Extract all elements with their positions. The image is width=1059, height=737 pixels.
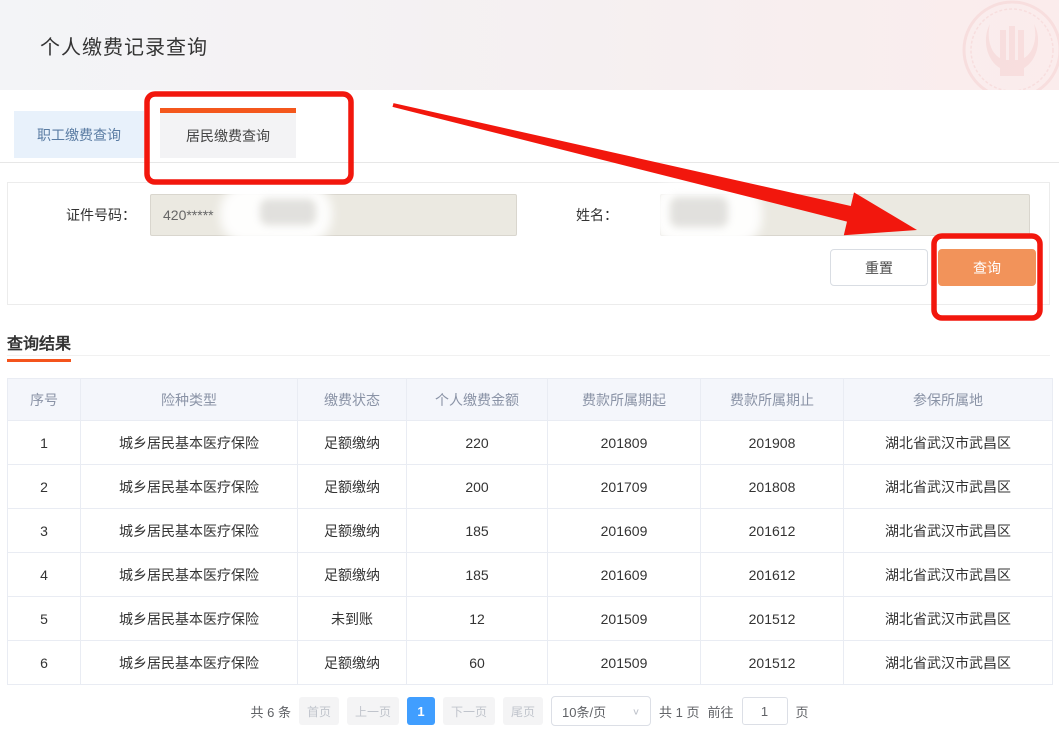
pagination-total-pages: 共 1 页 bbox=[659, 702, 699, 721]
pagination-goto-suffix: 页 bbox=[796, 702, 809, 721]
page-header: 个人缴费记录查询 bbox=[0, 0, 1059, 90]
table-cell: 201512 bbox=[701, 597, 844, 641]
query-form-panel: 证件号码： 420***** 姓名： 重置 查询 bbox=[7, 182, 1050, 305]
pagination-goto-label: 前往 bbox=[707, 702, 733, 721]
results-section-title: 查询结果 bbox=[7, 330, 71, 362]
results-table: 序号险种类型缴费状态个人缴费金额费款所属期起费款所属期止参保所属地 1城乡居民基… bbox=[7, 378, 1053, 685]
emblem-watermark-icon bbox=[942, 0, 1059, 90]
table-cell: 城乡居民基本医疗保险 bbox=[81, 553, 298, 597]
table-cell: 1 bbox=[8, 421, 81, 465]
app-screen: 个人缴费记录查询 职工缴费查询 居民缴费查询 证件号码： 420***** 姓名… bbox=[0, 0, 1059, 737]
table-cell: 足额缴纳 bbox=[298, 465, 407, 509]
table-cell: 60 bbox=[407, 641, 548, 685]
column-header: 参保所属地 bbox=[844, 379, 1053, 421]
page-size-select[interactable]: 10条/页 ∨ bbox=[551, 696, 651, 726]
tab-label: 居民缴费查询 bbox=[186, 126, 270, 146]
table-cell: 3 bbox=[8, 509, 81, 553]
table-cell: 2 bbox=[8, 465, 81, 509]
id-number-label: 证件号码： bbox=[48, 194, 136, 236]
table-cell: 未到账 bbox=[298, 597, 407, 641]
pagination-next-button[interactable]: 下一页 bbox=[443, 697, 495, 725]
table-cell: 201609 bbox=[548, 509, 701, 553]
table-cell: 城乡居民基本医疗保险 bbox=[81, 641, 298, 685]
table-cell: 201612 bbox=[701, 509, 844, 553]
chevron-down-icon: ∨ bbox=[632, 706, 640, 716]
table-cell: 5 bbox=[8, 597, 81, 641]
table-cell: 6 bbox=[8, 641, 81, 685]
pagination-first-button[interactable]: 首页 bbox=[299, 697, 339, 725]
column-header: 费款所属期止 bbox=[701, 379, 844, 421]
query-button[interactable]: 查询 bbox=[938, 249, 1036, 286]
table-cell: 足额缴纳 bbox=[298, 509, 407, 553]
tab-divider bbox=[0, 162, 1059, 163]
pagination-page-1[interactable]: 1 bbox=[407, 697, 435, 725]
table-cell: 201509 bbox=[548, 641, 701, 685]
table-row: 2城乡居民基本医疗保险足额缴纳200201709201808湖北省武汉市武昌区 bbox=[8, 465, 1053, 509]
column-header: 个人缴费金额 bbox=[407, 379, 548, 421]
table-cell: 城乡居民基本医疗保险 bbox=[81, 421, 298, 465]
column-header: 序号 bbox=[8, 379, 81, 421]
table-row: 5城乡居民基本医疗保险未到账12201509201512湖北省武汉市武昌区 bbox=[8, 597, 1053, 641]
table-cell: 湖北省武汉市武昌区 bbox=[844, 597, 1053, 641]
table-cell: 201908 bbox=[701, 421, 844, 465]
results-table-body: 1城乡居民基本医疗保险足额缴纳220201809201908湖北省武汉市武昌区2… bbox=[8, 421, 1053, 685]
column-header: 费款所属期起 bbox=[548, 379, 701, 421]
table-row: 6城乡居民基本医疗保险足额缴纳60201509201512湖北省武汉市武昌区 bbox=[8, 641, 1053, 685]
name-label: 姓名： bbox=[548, 194, 618, 236]
table-cell: 201809 bbox=[548, 421, 701, 465]
page-title: 个人缴费记录查询 bbox=[40, 0, 208, 90]
pagination-prev-button[interactable]: 上一页 bbox=[347, 697, 399, 725]
table-cell: 城乡居民基本医疗保险 bbox=[81, 465, 298, 509]
section-divider bbox=[7, 355, 1050, 356]
table-cell: 湖北省武汉市武昌区 bbox=[844, 553, 1053, 597]
table-cell: 201612 bbox=[701, 553, 844, 597]
table-row: 1城乡居民基本医疗保险足额缴纳220201809201908湖北省武汉市武昌区 bbox=[8, 421, 1053, 465]
table-row: 3城乡居民基本医疗保险足额缴纳185201609201612湖北省武汉市武昌区 bbox=[8, 509, 1053, 553]
table-cell: 足额缴纳 bbox=[298, 421, 407, 465]
table-cell: 201512 bbox=[701, 641, 844, 685]
tab-resident-payment-query[interactable]: 居民缴费查询 bbox=[160, 108, 296, 158]
page-size-value: 10条/页 bbox=[562, 702, 606, 721]
pagination-goto-input[interactable] bbox=[742, 697, 788, 725]
pagination-bar: 共 6 条 首页 上一页 1 下一页 尾页 10条/页 ∨ 共 1 页 前往 页 bbox=[0, 695, 1059, 727]
results-table-head-row: 序号险种类型缴费状态个人缴费金额费款所属期起费款所属期止参保所属地 bbox=[8, 379, 1053, 421]
table-cell: 220 bbox=[407, 421, 548, 465]
table-cell: 湖北省武汉市武昌区 bbox=[844, 465, 1053, 509]
id-number-value: 420***** bbox=[163, 207, 214, 223]
table-cell: 湖北省武汉市武昌区 bbox=[844, 421, 1053, 465]
table-cell: 12 bbox=[407, 597, 548, 641]
table-cell: 201609 bbox=[548, 553, 701, 597]
table-cell: 201509 bbox=[548, 597, 701, 641]
table-row: 4城乡居民基本医疗保险足额缴纳185201609201612湖北省武汉市武昌区 bbox=[8, 553, 1053, 597]
table-cell: 湖北省武汉市武昌区 bbox=[844, 641, 1053, 685]
table-cell: 城乡居民基本医疗保险 bbox=[81, 509, 298, 553]
table-cell: 200 bbox=[407, 465, 548, 509]
table-cell: 201808 bbox=[701, 465, 844, 509]
id-number-input[interactable]: 420***** bbox=[150, 194, 517, 236]
table-cell: 足额缴纳 bbox=[298, 641, 407, 685]
reset-button[interactable]: 重置 bbox=[830, 249, 928, 286]
tab-label: 职工缴费查询 bbox=[37, 125, 121, 145]
column-header: 险种类型 bbox=[81, 379, 298, 421]
table-cell: 湖北省武汉市武昌区 bbox=[844, 509, 1053, 553]
table-cell: 185 bbox=[407, 509, 548, 553]
tab-bar: 职工缴费查询 居民缴费查询 bbox=[14, 108, 296, 158]
table-cell: 足额缴纳 bbox=[298, 553, 407, 597]
name-input[interactable] bbox=[660, 194, 1030, 236]
tab-employee-payment-query[interactable]: 职工缴费查询 bbox=[14, 111, 144, 158]
pagination-total: 共 6 条 bbox=[250, 702, 290, 721]
column-header: 缴费状态 bbox=[298, 379, 407, 421]
pagination-last-button[interactable]: 尾页 bbox=[503, 697, 543, 725]
table-cell: 4 bbox=[8, 553, 81, 597]
table-cell: 185 bbox=[407, 553, 548, 597]
table-cell: 201709 bbox=[548, 465, 701, 509]
table-cell: 城乡居民基本医疗保险 bbox=[81, 597, 298, 641]
